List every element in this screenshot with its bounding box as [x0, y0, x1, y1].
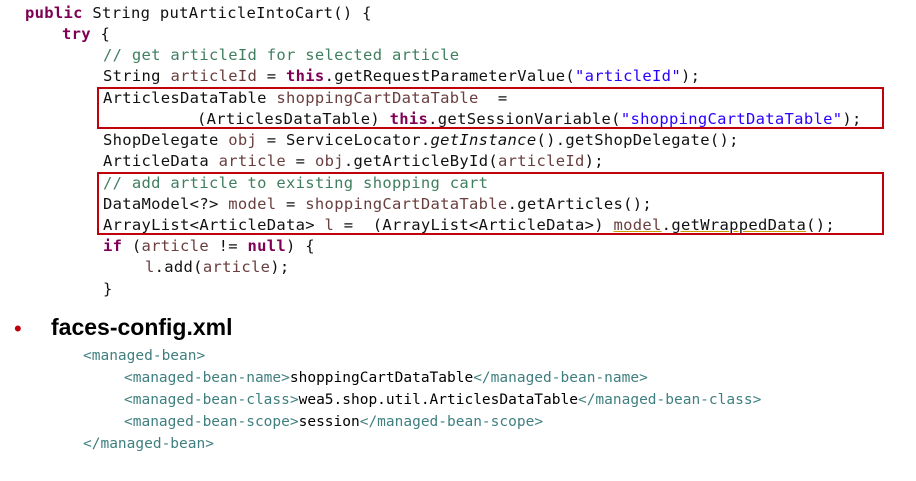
- highlight-box-session-variable: [97, 87, 884, 129]
- code-line-12: if (article != null) {: [103, 237, 315, 255]
- highlight-box-add-article: [97, 172, 884, 235]
- code-line-14: }: [103, 280, 113, 298]
- xml-line-scope: <managed-bean-scope>session</managed-bea…: [124, 414, 544, 430]
- code-line-3: // get articleId for selected article: [103, 46, 460, 64]
- code-line-1: public String putArticleIntoCart() {: [25, 4, 372, 22]
- code-line-8: ArticleData article = obj.getArticleById…: [103, 152, 604, 170]
- code-line-2: try {: [62, 25, 111, 43]
- xml-line-close: </managed-bean>: [83, 436, 214, 452]
- xml-line-name: <managed-bean-name>shoppingCartDataTable…: [124, 370, 648, 386]
- section-heading: faces-config.xml: [51, 314, 233, 340]
- code-line-7: ShopDelegate obj = ServiceLocator.getIns…: [103, 131, 739, 149]
- code-line-13: l.add(article);: [145, 258, 290, 276]
- bullet-icon: •: [14, 316, 22, 341]
- code-line-4: String articleId = this.getRequestParame…: [103, 67, 701, 85]
- xml-line-open: <managed-bean>: [83, 348, 206, 364]
- xml-line-class: <managed-bean-class>wea5.shop.util.Artic…: [124, 392, 762, 408]
